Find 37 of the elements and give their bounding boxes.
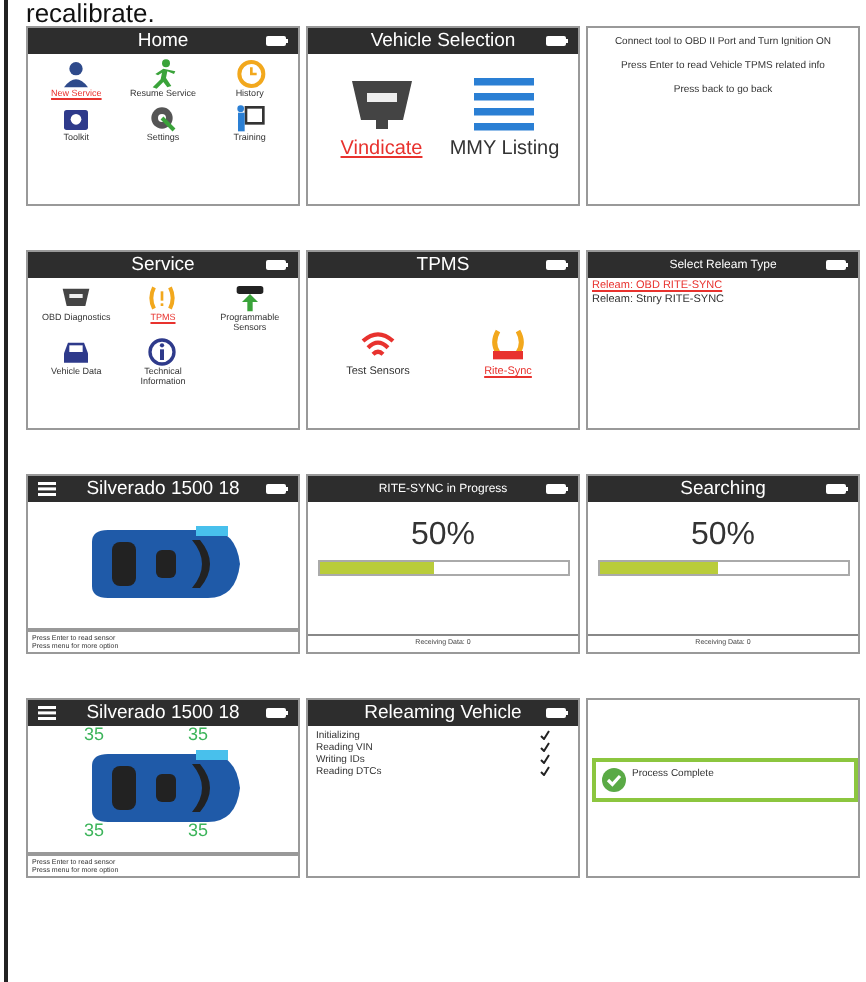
battery-icon bbox=[826, 260, 848, 270]
screen-title: Service bbox=[131, 254, 195, 276]
battery-icon bbox=[546, 260, 568, 270]
screen-title: Searching bbox=[680, 478, 766, 500]
battery-icon bbox=[266, 484, 288, 494]
battery-icon bbox=[546, 708, 568, 718]
progress-percent: 50% bbox=[690, 520, 756, 552]
sensor-arrow-icon bbox=[233, 282, 266, 314]
info-icon bbox=[146, 335, 179, 368]
screen-title: Silverado 1500 18 bbox=[86, 478, 240, 500]
mechanic-icon bbox=[60, 58, 93, 90]
page-text: recalibrate. bbox=[26, 0, 157, 26]
menu-icon[interactable] bbox=[38, 706, 56, 720]
tire-pressure: 35 bbox=[188, 726, 209, 744]
menu-item[interactable]: MMY Listing bbox=[449, 138, 560, 160]
battery-icon bbox=[546, 484, 568, 494]
battery-icon bbox=[826, 484, 848, 494]
presenter-board-icon bbox=[233, 101, 266, 134]
history-clock-icon bbox=[233, 58, 266, 90]
progress-percent: 50% bbox=[410, 520, 476, 552]
gear-wrench-icon bbox=[146, 101, 179, 134]
tire-pressure: 35 bbox=[188, 822, 209, 840]
battery-icon bbox=[266, 260, 288, 270]
menu-icon[interactable] bbox=[38, 482, 56, 496]
battery-icon bbox=[546, 36, 568, 46]
tire-warning-icon bbox=[146, 282, 179, 314]
screen-title: Silverado 1500 18 bbox=[86, 702, 240, 724]
check-circle-icon bbox=[602, 768, 626, 792]
tire-pressure: 35 bbox=[84, 726, 105, 744]
battery-icon bbox=[266, 708, 288, 718]
screen-title: Home bbox=[137, 30, 189, 52]
screen-title: Vehicle Selection bbox=[370, 30, 516, 52]
screen-title: Releaming Vehicle bbox=[364, 702, 522, 724]
battery-icon bbox=[266, 36, 288, 46]
screen-title: TPMS bbox=[416, 254, 470, 276]
menu-item[interactable]: Vindicate bbox=[340, 138, 423, 160]
tire-pressure: 35 bbox=[84, 822, 105, 840]
